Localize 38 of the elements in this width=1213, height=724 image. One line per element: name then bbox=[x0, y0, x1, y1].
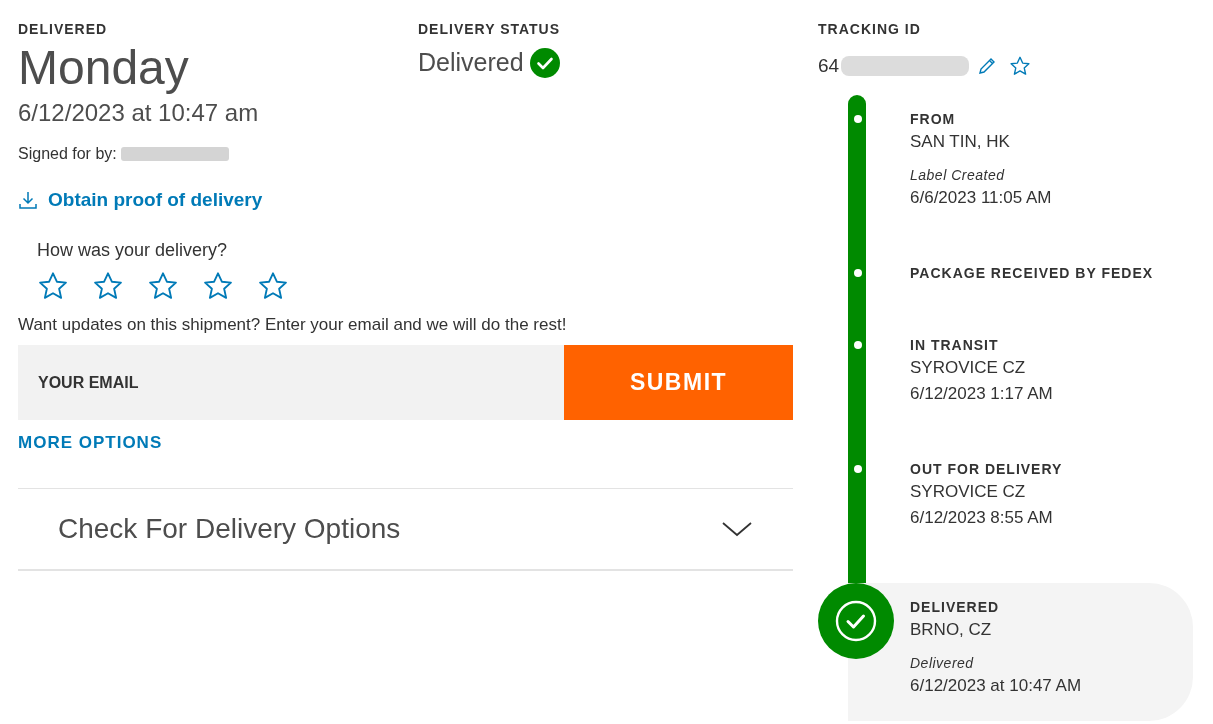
email-field[interactable]: YOUR EMAIL bbox=[18, 345, 564, 420]
star-icon[interactable] bbox=[146, 269, 180, 302]
delivery-datetime: 6/12/2023 at 10:47 am bbox=[18, 98, 260, 128]
event-title: OUT FOR DELIVERY bbox=[910, 459, 1063, 479]
download-icon bbox=[18, 190, 38, 211]
star-icon[interactable] bbox=[201, 269, 235, 302]
event-date: 6/12/2023 8:55 AM bbox=[910, 506, 1054, 529]
delivered-label: DELIVERED bbox=[18, 20, 109, 38]
event-date: 6/12/2023 at 10:47 AM bbox=[910, 674, 1082, 697]
more-options-link[interactable]: MORE OPTIONS bbox=[18, 430, 163, 456]
event-date: 6/6/2023 11:05 AM bbox=[910, 186, 1052, 209]
event-status: Label Created bbox=[910, 165, 1006, 185]
event-title: IN TRANSIT bbox=[910, 335, 1000, 355]
signed-for-label: Signed for by: bbox=[18, 144, 117, 164]
delivery-status-label: DELIVERY STATUS bbox=[418, 20, 561, 38]
star-icon[interactable] bbox=[91, 269, 125, 302]
event-status: Delivered bbox=[910, 653, 975, 673]
star-icon[interactable] bbox=[1009, 55, 1032, 78]
star-icon[interactable] bbox=[256, 269, 290, 302]
event-title: FROM bbox=[910, 109, 957, 129]
star-icon[interactable] bbox=[36, 269, 70, 302]
proof-of-delivery-link[interactable]: Obtain proof of delivery bbox=[48, 186, 263, 215]
delivery-status-value: Delivered bbox=[418, 47, 524, 78]
rating-question: How was your delivery? bbox=[37, 238, 229, 262]
event-location: SYROVICE CZ bbox=[910, 480, 1027, 503]
check-icon bbox=[529, 47, 560, 78]
updates-prompt: Want updates on this shipment? Enter your email and we will do the rest! bbox=[18, 313, 568, 336]
event-location: BRNO, CZ bbox=[910, 618, 993, 641]
submit-button[interactable]: SUBMIT bbox=[564, 345, 793, 420]
event-location: SAN TIN, HK bbox=[910, 130, 1011, 153]
event-title: PACKAGE RECEIVED BY FEDEX bbox=[910, 263, 1154, 283]
event-title: DELIVERED bbox=[910, 597, 1001, 617]
delivery-day: Monday bbox=[18, 40, 418, 96]
tracking-id: 64 bbox=[818, 54, 840, 78]
delivery-options-accordion[interactable]: Check For Delivery Options bbox=[18, 488, 793, 569]
event-location: SYROVICE CZ bbox=[910, 356, 1027, 379]
event-date: 6/12/2023 1:17 AM bbox=[910, 382, 1053, 405]
tracking-id-label: TRACKING ID bbox=[818, 20, 922, 38]
